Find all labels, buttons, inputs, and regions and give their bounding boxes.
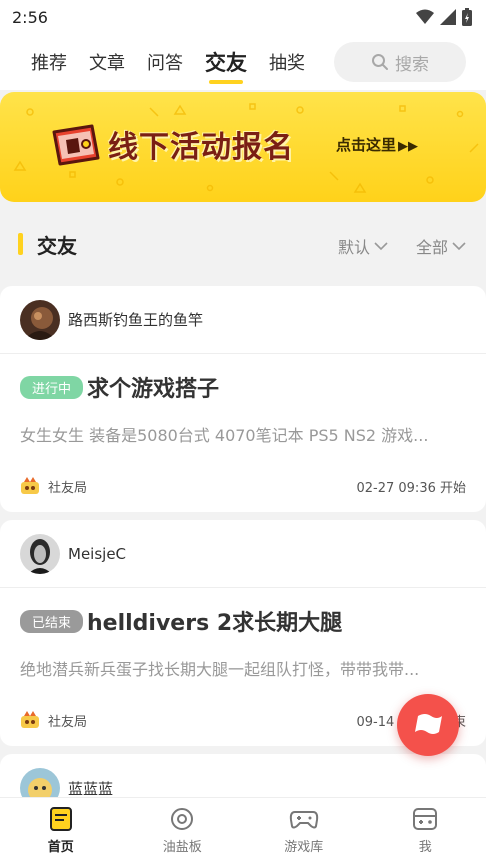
search-label: 搜索 [395, 54, 429, 75]
club-icon [21, 711, 39, 728]
username[interactable]: 蓝蓝蓝 [68, 778, 113, 799]
banner-cta-arrows: ▶▶ [398, 139, 419, 154]
post-author[interactable]: MeisjeC [0, 520, 486, 588]
chevron-down-icon [374, 242, 388, 251]
bottom-nav-label: 油盐板 [162, 840, 202, 855]
range-filter[interactable]: 全部 [416, 234, 466, 258]
post-title-row: 进行中 求个游戏搭子 [0, 370, 486, 404]
section-accent-bar [18, 233, 23, 255]
tab-articles[interactable]: 文章 [89, 34, 125, 90]
post-title-row: 已结束 helldivers 2求长期大腿 [0, 604, 486, 638]
home-doc-icon [49, 807, 72, 831]
create-post-button[interactable] [397, 694, 459, 756]
status-bar: 2:56 [0, 0, 486, 34]
status-icons [416, 8, 472, 26]
search-icon [372, 54, 388, 70]
disc-icon [171, 808, 194, 830]
event-signup-banner[interactable]: 线下活动报名 点击这里 ▶▶ [0, 92, 486, 202]
bottom-nav-games[interactable]: 游戏库 [243, 798, 365, 864]
range-filter-label: 全部 [416, 238, 449, 257]
club-icon [21, 477, 39, 494]
avatar[interactable] [20, 533, 60, 574]
post-card[interactable]: 路西斯钓鱼王的鱼竿 进行中 求个游戏搭子 女生女生 装备是5080台式 4070… [0, 286, 486, 512]
sort-filter[interactable]: 默认 [338, 234, 388, 258]
signal-icon [440, 9, 456, 25]
post-footer: 社友局 02-27 09:36 开始 [20, 476, 466, 496]
top-nav: 推荐 文章 问答 交友 抽奖 搜索 [0, 34, 486, 90]
ticket-logo-icon [52, 124, 100, 166]
status-time: 2:56 [12, 7, 48, 27]
bottom-nav-label: 游戏库 [284, 840, 324, 855]
banner-title: 线下活动报名 [108, 130, 294, 165]
tab-lottery[interactable]: 抽奖 [269, 34, 305, 90]
battery-icon [462, 8, 472, 26]
bottom-nav: 首页 油盐板 游戏库 我 [0, 797, 486, 864]
sort-filter-label: 默认 [338, 238, 371, 257]
post-author[interactable]: 路西斯钓鱼王的鱼竿 [0, 286, 486, 354]
banner-cta-label: 点击这里 [336, 136, 397, 154]
club-name[interactable]: 社友局 [48, 711, 87, 730]
profile-console-icon [413, 808, 438, 830]
post-description: 绝地潜兵新兵蛋子找长期大腿一起组队打怪，带带我带... [20, 660, 420, 679]
status-badge: 已结束 [20, 609, 84, 633]
section-title: 交友 [37, 233, 77, 258]
avatar[interactable] [20, 299, 60, 340]
tab-qa[interactable]: 问答 [147, 34, 183, 90]
bottom-nav-label: 首页 [47, 840, 74, 855]
gamepad-icon [289, 811, 318, 829]
username[interactable]: 路西斯钓鱼王的鱼竿 [68, 309, 203, 330]
bottom-nav-feed[interactable]: 油盐板 [122, 798, 244, 864]
tab-recommend[interactable]: 推荐 [31, 34, 67, 90]
username[interactable]: MeisjeC [68, 545, 126, 563]
section-header: 交友 默认 全部 [0, 214, 486, 274]
flag-icon [415, 714, 442, 734]
post-title: 求个游戏搭子 [87, 377, 220, 402]
post-description: 女生女生 装备是5080台式 4070笔记本 PS5 NS2 游戏... [20, 426, 429, 445]
bottom-nav-home[interactable]: 首页 [0, 798, 122, 864]
status-badge: 进行中 [20, 375, 84, 399]
tab-friends[interactable]: 交友 [205, 34, 247, 90]
bottom-nav-me[interactable]: 我 [365, 798, 486, 864]
banner-cta[interactable]: 点击这里 ▶▶ [336, 134, 418, 155]
bottom-nav-label: 我 [418, 840, 432, 855]
search-box[interactable]: 搜索 [334, 42, 466, 82]
club-name[interactable]: 社友局 [48, 477, 87, 496]
chevron-down-icon [452, 242, 466, 251]
wifi-icon [416, 9, 434, 24]
post-time: 02-27 09:36 开始 [356, 480, 466, 496]
post-title: helldivers 2求长期大腿 [87, 611, 343, 636]
